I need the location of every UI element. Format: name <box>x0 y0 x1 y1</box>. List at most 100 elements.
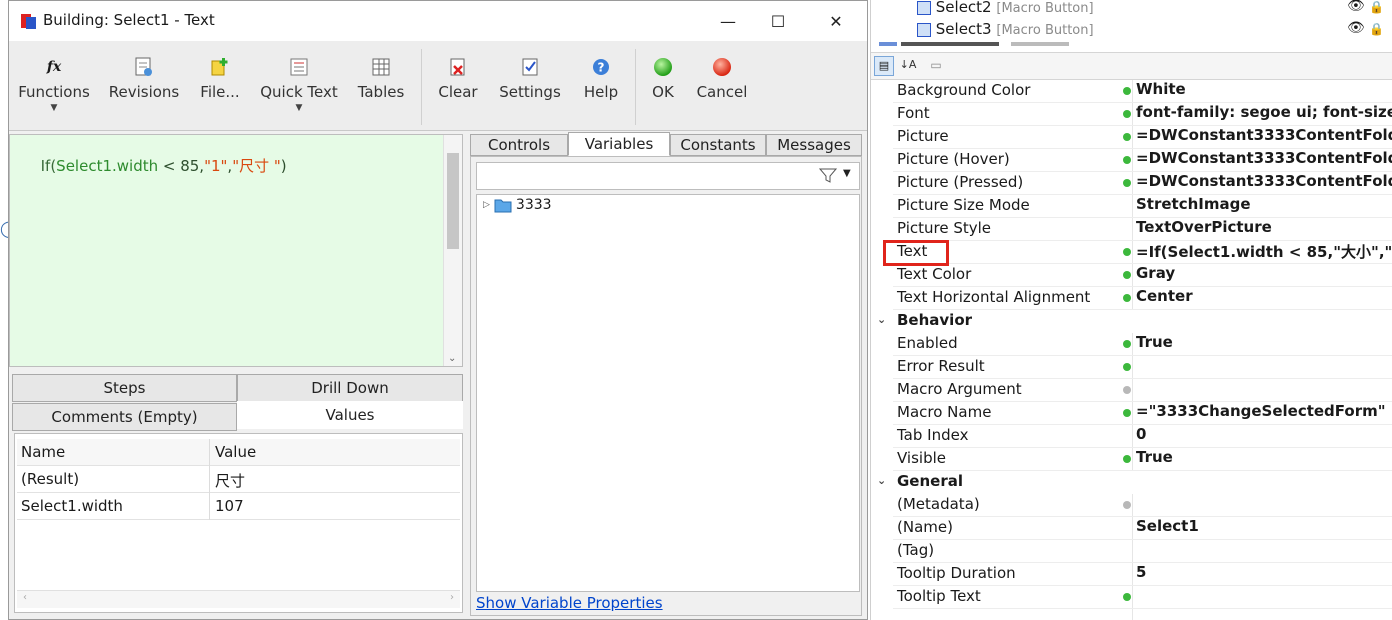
property-value[interactable]: StretchImage <box>1136 195 1392 218</box>
property-status-dot[interactable] <box>1123 340 1131 348</box>
property-value[interactable]: Select1 <box>1136 517 1392 540</box>
expression-text[interactable]: If(Select1.width < 85,"1","尺寸 ") <box>12 137 287 194</box>
horizontal-scrollbar[interactable]: ‹ › <box>17 590 460 608</box>
revisions-button[interactable]: Revisions <box>107 49 181 129</box>
clear-button[interactable]: Clear <box>431 49 485 129</box>
property-row[interactable]: Enabled True <box>871 333 1392 356</box>
property-category[interactable]: ⌄ General <box>871 471 1392 494</box>
help-button[interactable]: ? Help <box>575 49 627 129</box>
property-status-dot[interactable] <box>1123 455 1131 463</box>
chevron-right-icon[interactable]: › <box>450 592 454 603</box>
property-value[interactable]: White <box>1136 80 1392 103</box>
lock-icon[interactable]: 🔒 <box>1369 22 1384 36</box>
cancel-button[interactable]: Cancel <box>693 49 751 129</box>
expression-editor[interactable]: If(Select1.width < 85,"1","尺寸 ") ⌄ <box>9 134 463 367</box>
dropdown-arrow-icon[interactable]: ▼ <box>843 168 851 179</box>
tab-constants[interactable]: Constants <box>670 134 766 156</box>
property-row[interactable]: Tab Index 0 <box>871 425 1392 448</box>
property-status-dot[interactable] <box>1123 87 1131 95</box>
editor-scrollbar[interactable]: ⌄ <box>443 135 462 366</box>
property-value[interactable] <box>1136 379 1392 402</box>
property-value[interactable]: =DWConstant3333ContentFolder <box>1136 172 1392 195</box>
property-status-dot[interactable] <box>1123 271 1131 279</box>
chevron-left-icon[interactable]: ‹ <box>23 592 27 603</box>
collapse-chevron-icon[interactable]: ⌄ <box>877 313 886 326</box>
property-status-dot[interactable] <box>1123 156 1131 164</box>
file-button[interactable]: File... <box>195 49 245 129</box>
visibility-eye-icon[interactable]: 👁 <box>1347 0 1365 14</box>
property-status-dot[interactable] <box>1123 386 1131 394</box>
categorized-view-icon[interactable]: ▤ <box>874 56 894 76</box>
property-value[interactable]: Gray <box>1136 264 1392 287</box>
property-row[interactable]: (Name) Select1 <box>871 517 1392 540</box>
property-category[interactable]: ⌄ Behavior <box>871 310 1392 333</box>
property-value[interactable]: =If(Select1.width < 85,"大小","Sele <box>1136 241 1392 264</box>
property-row[interactable]: Picture (Hover) =DWConstant3333ContentFol… <box>871 149 1392 172</box>
chevron-down-icon[interactable]: ⌄ <box>448 353 456 364</box>
show-variable-properties-link[interactable]: Show Variable Properties <box>476 594 663 612</box>
table-row[interactable]: Select1.width 107 <box>17 493 460 520</box>
minimize-button[interactable]: — <box>705 7 751 35</box>
tree-node-3333[interactable]: ▷ 3333 <box>483 197 552 213</box>
property-value[interactable] <box>1136 494 1392 517</box>
table-row[interactable]: (Result) 尺寸 <box>17 466 460 493</box>
property-row[interactable]: Picture (Pressed) =DWConstant3333ContentF… <box>871 172 1392 195</box>
expand-arrow-icon[interactable]: ▷ <box>483 200 490 210</box>
property-value[interactable]: =DWConstant3333ContentFolder <box>1136 126 1392 149</box>
property-value[interactable]: TextOverPicture <box>1136 218 1392 241</box>
property-status-dot[interactable] <box>1123 294 1131 302</box>
property-row[interactable]: Font font-family: segoe ui; font-size: 15 <box>871 103 1392 126</box>
property-row[interactable]: Macro Argument <box>871 379 1392 402</box>
variable-filter-input[interactable]: ▼ <box>476 162 860 190</box>
close-button[interactable]: ✕ <box>813 7 859 35</box>
tab-variables[interactable]: Variables <box>568 132 670 156</box>
property-row[interactable]: Picture Style TextOverPicture <box>871 218 1392 241</box>
property-row[interactable]: Tooltip Duration 5 <box>871 563 1392 586</box>
tree-item-select3[interactable]: Select3 [Macro Button] <box>917 20 1094 38</box>
property-status-dot[interactable] <box>1123 593 1131 601</box>
property-status-dot[interactable] <box>1123 133 1131 141</box>
property-value[interactable]: True <box>1136 333 1392 356</box>
property-status-dot[interactable] <box>1123 248 1131 256</box>
property-pages-icon[interactable]: ▭ <box>926 56 946 76</box>
property-value[interactable] <box>1136 356 1392 379</box>
tab-controls[interactable]: Controls <box>470 134 568 156</box>
tab-drill-down[interactable]: Drill Down <box>237 374 463 402</box>
property-row[interactable]: Macro Name ="3333ChangeSelectedForm" <box>871 402 1392 425</box>
lock-icon[interactable]: 🔒 <box>1369 0 1384 14</box>
property-row[interactable]: Error Result <box>871 356 1392 379</box>
property-value[interactable]: 0 <box>1136 425 1392 448</box>
alphabetical-sort-icon[interactable]: ↓A <box>898 56 918 76</box>
tree-item-select2[interactable]: Select2 [Macro Button] <box>917 0 1094 16</box>
property-row[interactable]: Background Color White <box>871 80 1392 103</box>
editor-scroll-thumb[interactable] <box>447 153 459 249</box>
property-value[interactable]: =DWConstant3333ContentFolder <box>1136 149 1392 172</box>
property-row[interactable]: Picture =DWConstant3333ContentFolder <box>871 126 1392 149</box>
property-row[interactable]: (Metadata) <box>871 494 1392 517</box>
property-row[interactable]: Picture Size Mode StretchImage <box>871 195 1392 218</box>
column-divider[interactable] <box>209 439 210 466</box>
property-value[interactable] <box>1136 586 1392 609</box>
property-value[interactable]: font-family: segoe ui; font-size: 15 <box>1136 103 1392 126</box>
property-value[interactable]: True <box>1136 448 1392 471</box>
tab-messages[interactable]: Messages <box>766 134 862 156</box>
property-row[interactable]: Text Horizontal Alignment Center <box>871 287 1392 310</box>
tab-comments[interactable]: Comments (Empty) <box>12 403 237 431</box>
property-row[interactable]: Text Color Gray <box>871 264 1392 287</box>
property-status-dot[interactable] <box>1123 110 1131 118</box>
collapse-chevron-icon[interactable]: ⌄ <box>877 474 886 487</box>
functions-button[interactable]: fx Functions ▼ <box>17 49 91 129</box>
settings-button[interactable]: Settings <box>495 49 565 129</box>
property-status-dot[interactable] <box>1123 501 1131 509</box>
property-value[interactable] <box>1136 540 1392 563</box>
property-value[interactable]: Center <box>1136 287 1392 310</box>
quick-text-button[interactable]: Quick Text ▼ <box>257 49 341 129</box>
visibility-eye-icon[interactable]: 👁 <box>1347 20 1365 36</box>
property-status-dot[interactable] <box>1123 409 1131 417</box>
maximize-button[interactable]: ☐ <box>755 7 801 35</box>
property-status-dot[interactable] <box>1123 363 1131 371</box>
tab-steps[interactable]: Steps <box>12 374 237 402</box>
property-row[interactable]: Tooltip Text <box>871 586 1392 609</box>
property-row[interactable]: Visible True <box>871 448 1392 471</box>
tab-values[interactable]: Values <box>237 401 463 429</box>
